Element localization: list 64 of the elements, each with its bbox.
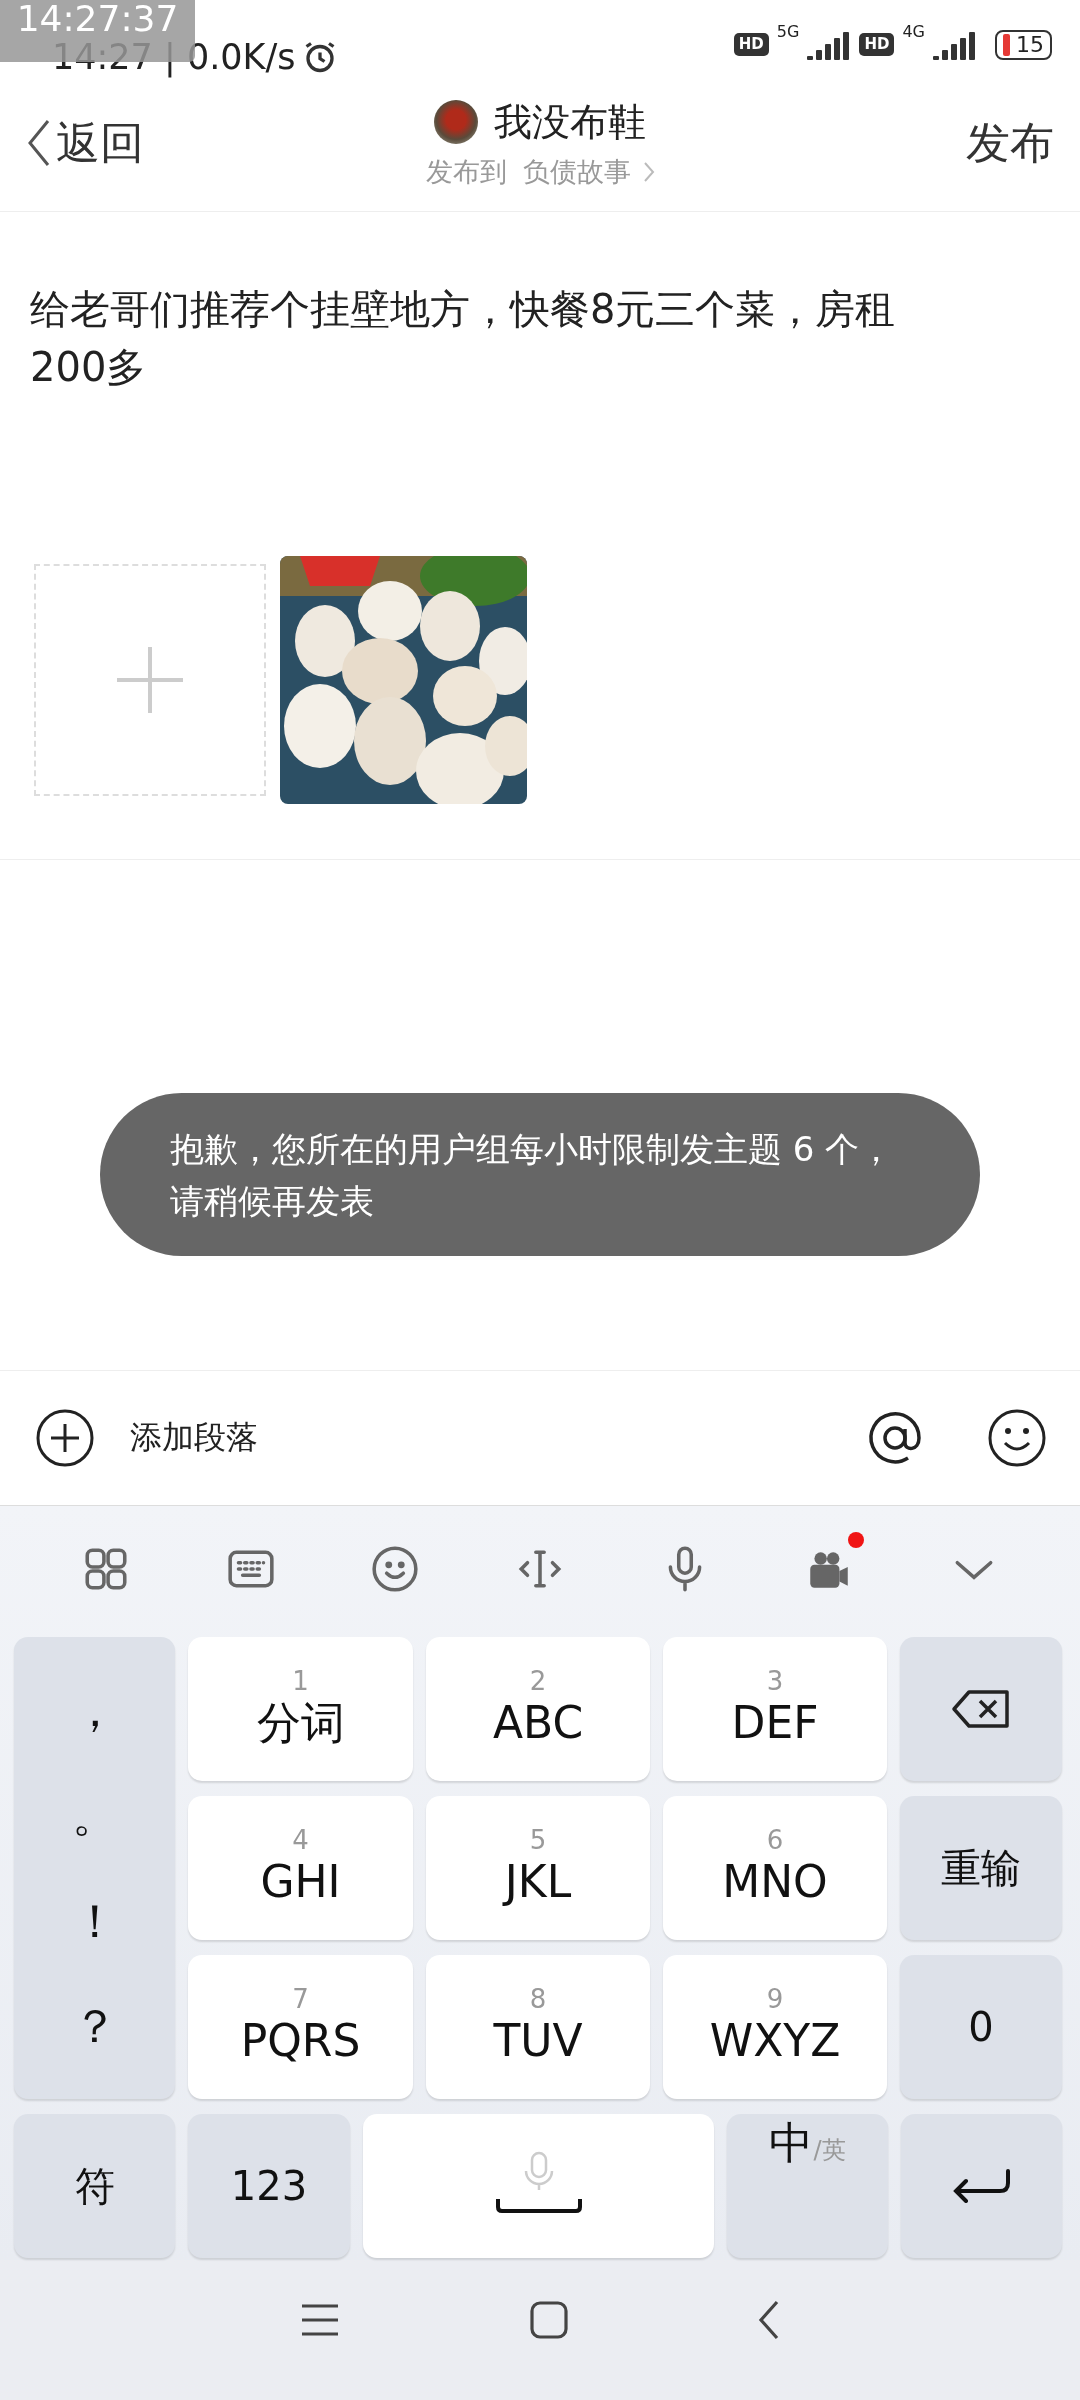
at-icon[interactable] (866, 1409, 924, 1467)
hd-badge: HD (733, 33, 769, 56)
key[interactable]: 2 ABC (426, 1637, 650, 1781)
key[interactable]: 4 GHI (188, 1796, 413, 1940)
chevron-left-icon (26, 118, 52, 168)
key-number: 6 (766, 1826, 784, 1854)
key-number: 3 (766, 1667, 784, 1695)
key-label: PQRS (240, 2014, 361, 2068)
key[interactable]: 3 DEF (663, 1637, 887, 1781)
publish-button[interactable]: 发布 (966, 113, 1054, 173)
network-type: 4G (902, 23, 925, 40)
key-number: 1 (292, 1667, 309, 1695)
punctuation-key[interactable]: 。 (71, 1792, 118, 1839)
add-paragraph-button[interactable]: 添加段落 (36, 1409, 258, 1467)
enter-icon (951, 2169, 1012, 2203)
key-number: 4 (292, 1826, 309, 1854)
key-number: 5 (529, 1826, 547, 1854)
emoji-icon[interactable] (988, 1409, 1046, 1467)
key-label: DEF (731, 1696, 819, 1750)
language-key[interactable]: 中/英 (727, 2114, 888, 2258)
chevron-right-icon (642, 160, 655, 183)
battery-charge (1003, 33, 1010, 56)
symbols-key[interactable]: 符 (14, 2114, 175, 2258)
signal-icon (933, 29, 977, 60)
key-label: GHI (260, 1855, 341, 1909)
backspace-key[interactable] (900, 1637, 1062, 1781)
plus-icon (117, 647, 183, 713)
punctuation-key[interactable]: ， (71, 1686, 118, 1733)
back-icon[interactable] (758, 2300, 780, 2340)
toast-message: 抱歉，您所在的用户组每小时限制发主题 6 个，请稍候再发表 (100, 1093, 980, 1256)
key-label: ABC (492, 1696, 584, 1750)
key[interactable]: 0 (900, 1955, 1062, 2099)
key-label: TUV (493, 2014, 583, 2068)
key-number: 2 (529, 1667, 547, 1695)
key[interactable]: 重输 (900, 1796, 1062, 1940)
key[interactable]: 7 PQRS (188, 1955, 413, 2099)
key-label: WXYZ (709, 2014, 841, 2068)
key[interactable]: 5 JKL (426, 1796, 650, 1940)
battery-level: 15 (1016, 33, 1044, 56)
key-label: 分词 (256, 1696, 345, 1750)
key-label: MNO (722, 1855, 828, 1909)
user-name: 我没布鞋 (494, 98, 646, 146)
key-label: JKL (504, 1855, 572, 1909)
plus-circle-icon (36, 1409, 94, 1467)
network-type: 5G (776, 23, 800, 40)
back-button[interactable]: 返回 (26, 113, 144, 173)
key[interactable]: 8 TUV (426, 1955, 650, 2099)
hd-badge: HD (859, 33, 895, 56)
key-number: 8 (529, 1985, 547, 2013)
publish-to-label: 发布到 (425, 154, 507, 189)
key[interactable]: 1 分词 (188, 1637, 413, 1781)
signal-icon (807, 29, 852, 60)
avatar (434, 100, 478, 144)
key[interactable]: 6 MNO (663, 1796, 887, 1940)
menu-icon[interactable] (300, 2303, 340, 2337)
key-number: 9 (766, 1985, 784, 2013)
post-text[interactable]: 给老哥们推荐个挂壁地方，快餐8元三个菜，房租200多 (30, 280, 970, 396)
key[interactable]: 9 WXYZ (663, 1955, 887, 2099)
numbers-key[interactable]: 123 (188, 2114, 350, 2258)
punctuation-key[interactable]: ？ (71, 2003, 118, 2050)
key-number: 7 (292, 1985, 309, 2013)
punctuation-key[interactable]: ！ (71, 1897, 118, 1944)
home-icon[interactable] (530, 2301, 568, 2339)
backspace-icon (951, 1689, 1011, 1729)
